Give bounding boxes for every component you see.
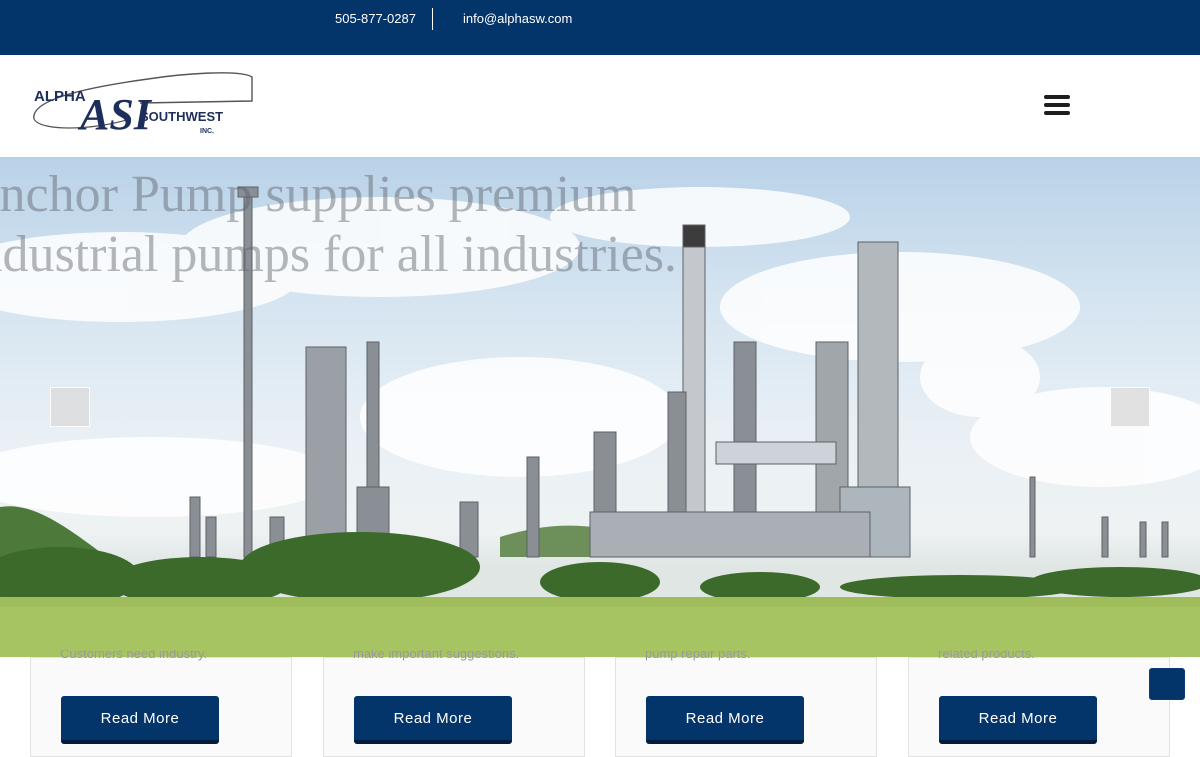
company-logo[interactable]: ALPHA ASI SOUTHWEST INC.: [30, 69, 255, 141]
service-card: related products. Read More: [908, 650, 1170, 757]
card-snippet: pump repair parts.: [645, 650, 751, 661]
hero-heading-line1: Anchor Pump supplies premium: [0, 166, 637, 223]
logo-suffix: INC.: [200, 128, 214, 135]
service-cards: Customers need industry. Read More make …: [0, 650, 1200, 757]
read-more-button[interactable]: Read More: [61, 696, 219, 744]
hamburger-bar: [1044, 95, 1070, 99]
site-header: ALPHA ASI SOUTHWEST INC.: [0, 55, 1200, 157]
contact-divider: [432, 8, 433, 30]
logo-word-left: ALPHA: [34, 88, 86, 105]
hamburger-menu-icon[interactable]: [1044, 95, 1071, 117]
hamburger-bar: [1044, 111, 1070, 115]
scroll-to-top-button[interactable]: [1149, 668, 1185, 700]
slider-next-button[interactable]: [1110, 387, 1150, 427]
hero-heading: Anchor Pump supplies premium industrial …: [0, 165, 677, 285]
phone-link[interactable]: 505-877-0287: [335, 11, 416, 26]
hero-heading-line2: industrial pumps for all industries.: [0, 226, 677, 283]
read-more-button[interactable]: Read More: [646, 696, 804, 744]
logo-word-right: SOUTHWEST: [140, 109, 223, 124]
email-link[interactable]: info@alphasw.com: [463, 11, 572, 26]
service-card: make important suggestions. Read More: [323, 650, 585, 757]
card-snippet: Customers need industry.: [60, 650, 208, 661]
slider-prev-button[interactable]: [50, 387, 90, 427]
read-more-button[interactable]: Read More: [354, 696, 512, 744]
read-more-button[interactable]: Read More: [939, 696, 1097, 744]
service-card: Customers need industry. Read More: [30, 650, 292, 757]
card-snippet: make important suggestions.: [353, 650, 520, 661]
card-snippet: related products.: [938, 650, 1035, 661]
top-contact-bar: 505-877-0287 info@alphasw.com: [0, 0, 1200, 55]
hero-slider: Anchor Pump supplies premium industrial …: [0, 157, 1200, 657]
service-card: pump repair parts. Read More: [615, 650, 877, 757]
hamburger-bar: [1044, 103, 1070, 107]
